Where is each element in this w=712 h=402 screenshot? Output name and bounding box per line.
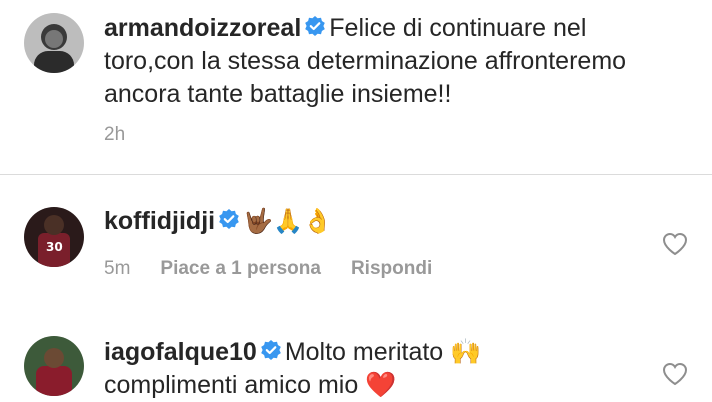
caption-line-2: toro,con la stessa determinazione affron… bbox=[104, 47, 627, 75]
comment-line-2: complimenti amico mio ❤️ bbox=[104, 371, 397, 399]
avatar-iagofalque10[interactable] bbox=[24, 336, 84, 396]
caption-meta: 2h bbox=[104, 124, 155, 146]
verified-badge-icon bbox=[219, 209, 239, 230]
verified-badge-icon bbox=[305, 16, 326, 37]
comment-username[interactable]: iagofalque10 bbox=[104, 338, 257, 366]
avatar-armandoizzoreal[interactable] bbox=[24, 13, 84, 73]
verified-badge-icon bbox=[261, 340, 281, 361]
comment-likes-link[interactable]: Piace a 1 persona bbox=[160, 258, 321, 279]
caption-line-1: Felice di continuare nel bbox=[329, 14, 587, 42]
comment-text: koffidjidji 🤟🏾🙏👌 bbox=[104, 205, 664, 238]
caption-line-3: ancora tante battaglie insieme!! bbox=[104, 80, 452, 108]
comment-line-1: Molto meritato 🙌 bbox=[284, 338, 482, 366]
svg-text:30: 30 bbox=[46, 240, 63, 254]
comment-emoji-text: 🤟🏾🙏👌 bbox=[243, 207, 333, 235]
comment-meta: 5m Piace a 1 persona Rispondi bbox=[104, 258, 462, 280]
caption-username[interactable]: armandoizzoreal bbox=[104, 14, 301, 42]
divider bbox=[0, 174, 712, 175]
comment-text: iagofalque10 Molto meritato 🙌 complimenti… bbox=[104, 336, 644, 402]
like-heart-icon[interactable] bbox=[662, 232, 688, 256]
caption-time: 2h bbox=[104, 124, 126, 145]
reply-button[interactable]: Rispondi bbox=[351, 258, 432, 279]
caption-text: armandoizzoreal Felice di continuare nel … bbox=[104, 12, 704, 111]
comment-time: 5m bbox=[104, 258, 131, 279]
avatar-koffidjidji[interactable]: 30 bbox=[24, 207, 84, 267]
like-heart-icon[interactable] bbox=[662, 362, 688, 386]
comment-username[interactable]: koffidjidji bbox=[104, 207, 215, 235]
